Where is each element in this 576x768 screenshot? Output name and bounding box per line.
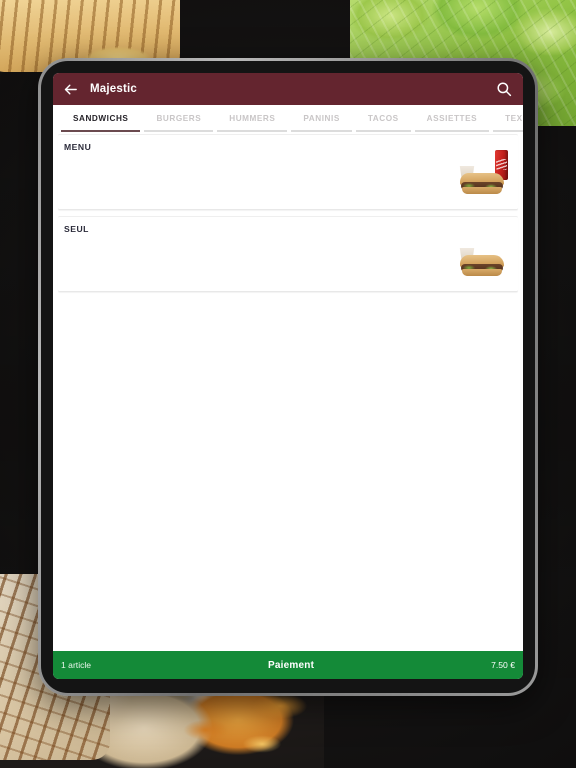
menu-card-menu[interactable]: MENU [58,134,518,210]
card-title: MENU [64,142,92,152]
app-header: Majestic [53,73,523,105]
sandwich-icon [460,173,504,194]
cart-item-count: 1 article [61,660,92,670]
card-title: SEUL [64,224,89,234]
back-arrow-icon[interactable] [62,81,79,98]
tab-sandwichs[interactable]: SANDWICHS [59,105,142,132]
tab-assiettes[interactable]: ASSIETTES [413,105,491,132]
tab-burgers[interactable]: BURGERS [142,105,215,132]
tablet-bezel: Majestic SANDWICHS BURGERS HUMMERS PANIN… [41,61,535,693]
tab-hummers[interactable]: HUMMERS [215,105,289,132]
tab-label: SANDWICHS [73,114,129,123]
menu-card-seul[interactable]: SEUL [58,216,518,292]
tablet-device: Majestic SANDWICHS BURGERS HUMMERS PANIN… [38,58,538,696]
tab-label: TACOS [367,114,399,123]
tab-paninis[interactable]: PANINIS [289,105,353,132]
tab-label: PANINIS [303,114,340,123]
page-title: Majestic [90,83,137,95]
tablet-screen: Majestic SANDWICHS BURGERS HUMMERS PANIN… [53,73,523,679]
tab-tex-mex[interactable]: TEX MEX [491,105,523,132]
sandwich-fries-drink-image [454,149,508,195]
tab-label: HUMMERS [229,114,276,123]
cart-total: 7.50 € [491,660,515,670]
sandwich-icon [460,255,504,276]
tab-label: ASSIETTES [426,114,478,123]
tab-label: BURGERS [156,114,202,123]
tab-label: TEX MEX [505,114,523,123]
tab-tacos[interactable]: TACOS [354,105,413,132]
payment-bar[interactable]: 1 article Paiement 7.50 € [53,651,523,679]
sandwich-fries-image [454,231,508,277]
payment-button-label[interactable]: Paiement [91,660,491,671]
category-tab-bar[interactable]: SANDWICHS BURGERS HUMMERS PANINIS TACOS … [53,105,523,132]
search-icon[interactable] [495,80,513,98]
menu-list: MENU SEUL [53,132,523,651]
